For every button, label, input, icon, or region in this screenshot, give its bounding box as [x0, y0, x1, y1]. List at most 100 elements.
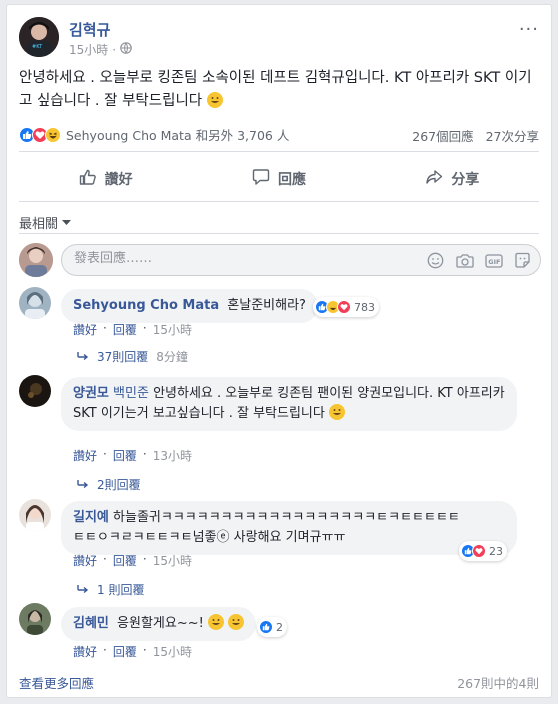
- commenter-avatar[interactable]: [19, 287, 51, 319]
- comment-time[interactable]: 15小時: [153, 552, 192, 569]
- meta-dot: ·: [112, 42, 117, 57]
- post-time[interactable]: 15小時: [69, 41, 108, 58]
- view-replies-link[interactable]: 37則回覆 8分鐘: [77, 348, 188, 365]
- like-label: 讚好: [104, 172, 133, 188]
- reply-arrow-icon: [77, 583, 89, 597]
- comment-reply-link[interactable]: 回覆: [113, 643, 137, 660]
- reaction-count: 783: [354, 300, 375, 314]
- reaction-count: 2: [276, 620, 283, 634]
- commenter-avatar[interactable]: [19, 375, 51, 407]
- post-text: 안녕하세요 . 오늘부로 킹존팀 소속이된 데프트 김혁규입니다. KT 아프리…: [19, 67, 539, 113]
- comment-input[interactable]: [74, 251, 394, 266]
- sticker-icon[interactable]: [513, 251, 532, 270]
- smile-emoji-icon: [207, 614, 224, 630]
- post-stats: Sehyoung Cho Mata 和另外 3,706 人 267個回應 27次…: [19, 123, 539, 145]
- share-label: 分享: [451, 172, 480, 188]
- comment-text-continued: ㅌㅌㅇㅋㄹㅋㅌㅌㅋㅌ넘좋ⓔ 사랑해요 기며규ㅠㅠ: [73, 530, 346, 545]
- comment-time[interactable]: 13小時: [153, 447, 192, 464]
- view-more-comments-link[interactable]: 查看更多回應: [19, 673, 94, 692]
- comment-composer[interactable]: GIF: [61, 244, 541, 276]
- reply-arrow-icon: [77, 350, 89, 364]
- smile-emoji-icon: [328, 404, 345, 420]
- comment-reply-link[interactable]: 回覆: [113, 552, 137, 569]
- comment-reactions[interactable]: 2: [257, 617, 287, 637]
- share-button[interactable]: 分享: [366, 157, 539, 201]
- globe-icon: [120, 42, 132, 57]
- commenter-name[interactable]: Sehyoung Cho Mata: [73, 298, 219, 313]
- replies-count: 1 則回覆: [97, 583, 145, 597]
- commenter-name[interactable]: 길지예: [73, 510, 109, 525]
- gif-icon[interactable]: GIF: [484, 251, 503, 270]
- comment-like-link[interactable]: 讚好: [73, 447, 97, 464]
- svg-text:#KT: #KT: [32, 44, 43, 50]
- camera-icon[interactable]: [455, 251, 474, 270]
- comment-actions: 讚好 · 回覆 · 15小時: [73, 643, 192, 660]
- comment-label: 回應: [277, 172, 306, 188]
- author-name[interactable]: 김혁규: [69, 19, 110, 40]
- sort-label: 最相關: [19, 217, 59, 232]
- like-button[interactable]: 讚好: [19, 157, 192, 201]
- reactions-summary[interactable]: Sehyoung Cho Mata 和另外 3,706 人: [19, 125, 289, 144]
- replies-time: 8分鐘: [156, 350, 188, 364]
- view-replies-link[interactable]: 2則回覆: [77, 476, 141, 493]
- composer-tools: GIF: [426, 251, 532, 270]
- comment-like-link[interactable]: 讚好: [73, 643, 97, 660]
- replies-count: 37則回覆: [97, 350, 149, 364]
- divider: [19, 233, 539, 234]
- author-avatar[interactable]: #KT: [19, 17, 59, 57]
- like-reaction-icon: [259, 620, 273, 634]
- comment-reply-link[interactable]: 回覆: [113, 321, 137, 338]
- commenter-avatar[interactable]: [19, 499, 51, 531]
- divider: [19, 151, 539, 152]
- love-reaction-icon: [472, 544, 486, 558]
- share-arrow-icon: [425, 168, 443, 190]
- current-user-avatar[interactable]: [19, 243, 53, 277]
- comment-text: 응원할게요~~!: [117, 616, 204, 631]
- share-count[interactable]: 27次分享: [486, 129, 539, 144]
- post-actions: 讚好 回應 分享: [19, 157, 539, 201]
- svg-text:GIF: GIF: [488, 258, 500, 266]
- post-header: #KT 김혁규 15小時 · ···: [19, 17, 539, 61]
- caret-down-icon: [62, 215, 72, 230]
- commenter-avatar[interactable]: [19, 603, 51, 635]
- comment-reactions[interactable]: 783: [313, 297, 379, 317]
- comment-actions: 讚好 · 回覆 · 15小時: [73, 552, 192, 569]
- comment-reactions[interactable]: 23: [459, 541, 507, 561]
- post-card: #KT 김혁규 15小時 · ··· 안녕하세요 . 오늘부로 킹존팀 소속이된…: [6, 4, 552, 698]
- reaction-count: 23: [489, 544, 503, 558]
- comment-actions: 讚好 · 回覆 · 13小時: [73, 447, 192, 464]
- comment-text: 하늘졸귀ㅋㅋㅋㅋㅋㅋㅋㅋㅋㅋㅋㅋㅋㅋㅋㅋㅋㅋㅌㅋㅌㅌㅌㅌㅌ: [113, 510, 460, 525]
- comment-like-link[interactable]: 讚好: [73, 552, 97, 569]
- comment-bubble-icon: [252, 168, 270, 190]
- more-options-icon[interactable]: ···: [519, 19, 539, 40]
- comment-bubble: 길지예 하늘졸귀ㅋㅋㅋㅋㅋㅋㅋㅋㅋㅋㅋㅋㅋㅋㅋㅋㅋㅋㅌㅋㅌㅌㅌㅌㅌ ㅌㅌㅇㅋㄹㅋ…: [61, 501, 517, 555]
- view-replies-link[interactable]: 1 則回覆: [77, 581, 144, 598]
- comments-shown-count: 267則中的4則: [457, 676, 539, 691]
- tagged-user[interactable]: 백민준: [113, 386, 149, 401]
- comment-time[interactable]: 15小時: [153, 321, 192, 338]
- divider: [19, 201, 539, 202]
- comment-text: 혼날준비해라?: [227, 298, 306, 313]
- comment-reply-link[interactable]: 回覆: [113, 447, 137, 464]
- comment-time[interactable]: 15小時: [153, 643, 192, 660]
- reply-arrow-icon: [77, 478, 89, 492]
- emoji-picker-icon[interactable]: [426, 251, 445, 270]
- comment-line: 길지예 하늘졸귀ㅋㅋㅋㅋㅋㅋㅋㅋㅋㅋㅋㅋㅋㅋㅋㅋㅋㅋㅌㅋㅌㅌㅌㅌㅌ: [73, 508, 505, 528]
- replies-count: 2則回覆: [97, 478, 141, 492]
- comment-bubble: 양권모 백민준 안녕하세요 . 오늘부로 킹존팀 팬이된 양권모입니다. KT …: [61, 377, 517, 431]
- reactors-text: Sehyoung Cho Mata 和另外 3,706 人: [66, 128, 290, 143]
- comment-sort-dropdown[interactable]: 最相關: [19, 213, 72, 232]
- comment-bubble: 김혜민 응원할게요~~!: [61, 607, 257, 641]
- post-meta: 15小時 ·: [69, 41, 132, 58]
- commenter-name[interactable]: 양권모: [73, 386, 109, 401]
- smile-emoji-icon: [228, 614, 245, 630]
- smile-emoji-icon: [206, 92, 223, 108]
- comment-like-link[interactable]: 讚好: [73, 321, 97, 338]
- commenter-name[interactable]: 김혜민: [73, 616, 109, 631]
- comment-count[interactable]: 267個回應: [412, 129, 473, 144]
- stats-counts: 267個回應 27次分享: [412, 126, 539, 145]
- post-text-content: 안녕하세요 . 오늘부로 킹존팀 소속이된 데프트 김혁규입니다. KT 아프리…: [19, 70, 532, 109]
- comment-actions: 讚好 · 回覆 · 15小時: [73, 321, 192, 338]
- thumbs-up-icon: [79, 168, 97, 190]
- comment-button[interactable]: 回應: [192, 157, 365, 201]
